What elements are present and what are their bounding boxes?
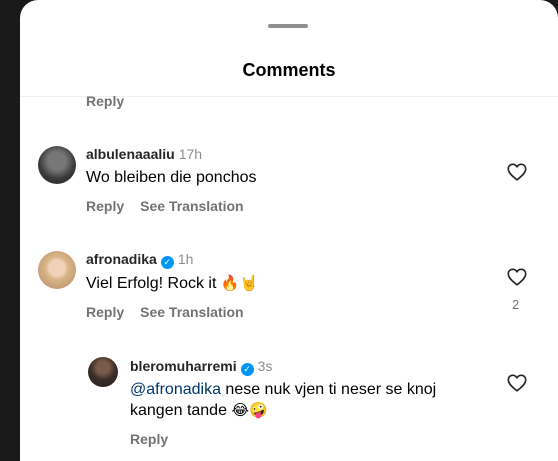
reply-button[interactable]: Reply: [86, 93, 124, 109]
avatar[interactable]: [38, 251, 76, 289]
avatar[interactable]: [38, 146, 76, 184]
comment-text-line1: nese nuk vjen ti neser se knoj: [220, 381, 437, 398]
comment-body: @afronadika nese nuk vjen ti neser se kn…: [130, 379, 480, 421]
like-count: 2: [512, 297, 520, 312]
page-title: Comments: [242, 60, 336, 80]
emoji-laugh-crazy: 😂🤪: [231, 401, 268, 419]
comment-text: Wo bleiben die ponchos: [86, 169, 257, 186]
comment-actions: Reply: [130, 431, 184, 447]
verified-badge-icon: ✓: [240, 363, 254, 376]
see-translation-button[interactable]: See Translation: [140, 304, 243, 320]
comment-text-line2: kangen tande: [130, 402, 227, 419]
verified-badge-icon: ✓: [160, 256, 174, 269]
comment-text: Viel Erfolg! Rock it: [86, 275, 217, 292]
drag-handle[interactable]: [268, 24, 308, 28]
reply-button[interactable]: Reply: [86, 304, 124, 320]
username[interactable]: albulenaaaliu: [86, 146, 175, 162]
heart-icon[interactable]: [506, 266, 528, 288]
mention-link[interactable]: @afronadika: [130, 381, 221, 398]
username[interactable]: afronadika: [86, 251, 157, 267]
reply-button[interactable]: Reply: [130, 431, 168, 447]
reply-button[interactable]: Reply: [86, 198, 124, 214]
comment-actions: Reply See Translation: [86, 198, 260, 214]
heart-icon[interactable]: [506, 161, 528, 183]
comment-header: albulenaaaliu 17h: [86, 146, 202, 162]
comment-header: bleromuharremi ✓ 3s: [130, 358, 272, 376]
timestamp: 17h: [178, 146, 203, 162]
see-translation-button[interactable]: See Translation: [140, 198, 243, 214]
comment-actions: Reply See Translation: [86, 304, 260, 320]
comments-sheet: Comments Reply albulenaaaliu 17h Wo bleib…: [20, 0, 558, 461]
comment-body: Viel Erfolg! Rock it 🔥🤘: [86, 273, 258, 294]
comment-header: afronadika ✓ 1h: [86, 251, 193, 269]
avatar[interactable]: [88, 357, 118, 387]
timestamp: 3s: [257, 358, 273, 374]
heart-icon[interactable]: [506, 372, 528, 394]
username[interactable]: bleromuharremi: [130, 358, 237, 374]
emoji-fire-rock: 🔥🤘: [220, 274, 259, 292]
timestamp: 1h: [177, 251, 194, 267]
